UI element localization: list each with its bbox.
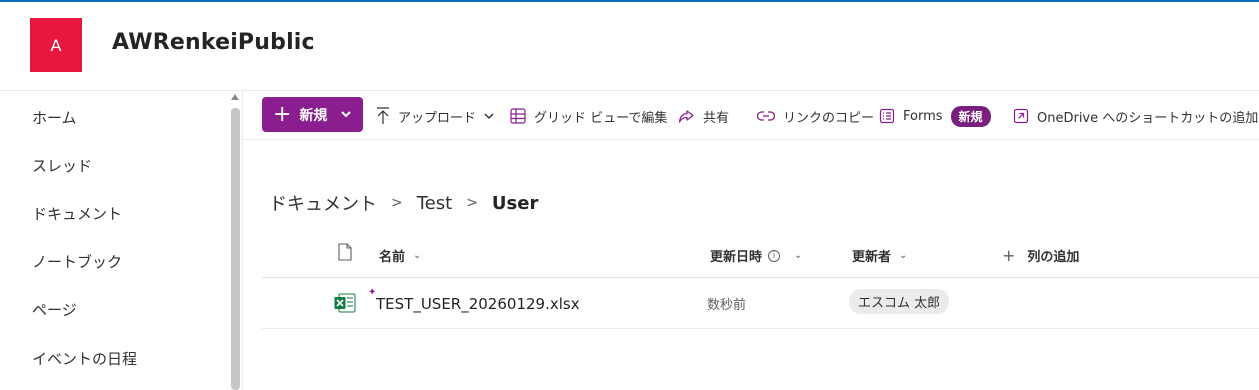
chevron-down-icon [484, 113, 494, 119]
share-label: 共有 [703, 110, 730, 126]
new-button[interactable]: + 新規 [262, 97, 363, 132]
grid-icon [510, 108, 526, 124]
breadcrumb-current-user: User [491, 192, 539, 214]
table-row[interactable]: ✦ TEST_USER_20260129.xlsx 数秒前 エスコム 太郎 [262, 279, 1259, 329]
site-title[interactable]: AWRenkeiPublic [112, 30, 315, 55]
forms-button[interactable]: Forms 新規 [879, 105, 991, 127]
sidebar-item-pages[interactable]: ページ [32, 299, 77, 320]
copy-link-label: リンクのコピー [783, 110, 875, 126]
add-onedrive-shortcut-label: OneDrive へのショートカットの追加 [1037, 110, 1259, 126]
sidebar-item-threads[interactable]: スレッド [32, 155, 92, 176]
sidebar-item-documents[interactable]: ドキュメント [32, 203, 122, 224]
sidebar-item-notebook[interactable]: ノートブック [32, 251, 122, 272]
link-icon [757, 111, 775, 121]
sidebar-item-events[interactable]: イベントの日程 [32, 348, 137, 369]
sidebar-scrollbar[interactable] [231, 108, 240, 390]
new-button-label: 新規 [299, 107, 328, 124]
breadcrumb-separator: > [466, 195, 478, 211]
info-icon[interactable]: i [768, 249, 781, 262]
modified-time: 数秒前 [707, 298, 747, 313]
modified-by-column-label: 更新者 [852, 250, 892, 265]
name-column-label: 名前 [379, 250, 406, 265]
chevron-down-icon: ⌄ [413, 250, 422, 261]
list-header: 名前 ⌄ 更新日時 i ⌄ 更新者 ⌄ + 列の追加 [262, 230, 1259, 278]
shortcut-icon [1013, 108, 1029, 124]
sidebar-nav: ホーム スレッド ドキュメント ノートブック ページ イベントの日程 [0, 91, 243, 390]
breadcrumb-documents[interactable]: ドキュメント [269, 190, 377, 216]
file-type-icon [338, 243, 352, 261]
command-bar: + 新規 アップロード グリッド ビューで編集 共有 リンクのコピー Forms… [243, 91, 1259, 140]
site-logo[interactable]: A [30, 18, 82, 72]
upload-button[interactable]: アップロード [376, 105, 494, 127]
chevron-down-icon: ⌄ [794, 250, 803, 261]
modified-by-user-chip[interactable]: エスコム 太郎 [849, 289, 950, 314]
forms-new-badge: 新規 [950, 105, 991, 127]
add-column-label: 列の追加 [1027, 250, 1080, 265]
file-type-column-header[interactable] [338, 243, 352, 261]
copy-link-button[interactable]: リンクのコピー [757, 105, 874, 127]
modified-column-header[interactable]: 更新日時 i ⌄ [710, 246, 802, 265]
breadcrumb-separator: > [391, 195, 403, 211]
upload-label: アップロード [398, 110, 477, 126]
site-header: A AWRenkeiPublic [0, 2, 1259, 91]
site-logo-letter: A [50, 35, 62, 55]
grid-view-edit-button[interactable]: グリッド ビューで編集 [510, 105, 667, 127]
add-onedrive-shortcut-button[interactable]: OneDrive へのショートカットの追加 [1013, 105, 1258, 127]
upload-arrow-icon [377, 107, 389, 124]
breadcrumb: ドキュメント > Test > User [269, 190, 538, 216]
excel-icon [334, 293, 356, 313]
forms-label: Forms [903, 108, 943, 124]
file-name-link[interactable]: TEST_USER_20260129.xlsx [376, 295, 580, 313]
share-icon [678, 110, 694, 123]
plus-icon: + [1002, 246, 1016, 265]
name-column-header[interactable]: 名前 ⌄ [379, 246, 421, 265]
add-column-button[interactable]: + 列の追加 [1002, 246, 1079, 265]
sidebar-item-home[interactable]: ホーム [32, 107, 77, 128]
share-button[interactable]: 共有 [678, 105, 729, 127]
plus-icon: + [273, 101, 292, 127]
chevron-down-icon: ⌄ [899, 250, 908, 261]
grid-view-edit-label: グリッド ビューで編集 [534, 110, 668, 126]
breadcrumb-test[interactable]: Test [417, 193, 452, 214]
scroll-up-arrow-icon[interactable] [231, 94, 239, 100]
modified-by-column-header[interactable]: 更新者 ⌄ [852, 246, 907, 265]
modified-column-label: 更新日時 [710, 250, 763, 265]
chevron-down-icon [341, 111, 351, 118]
forms-icon [879, 108, 895, 124]
